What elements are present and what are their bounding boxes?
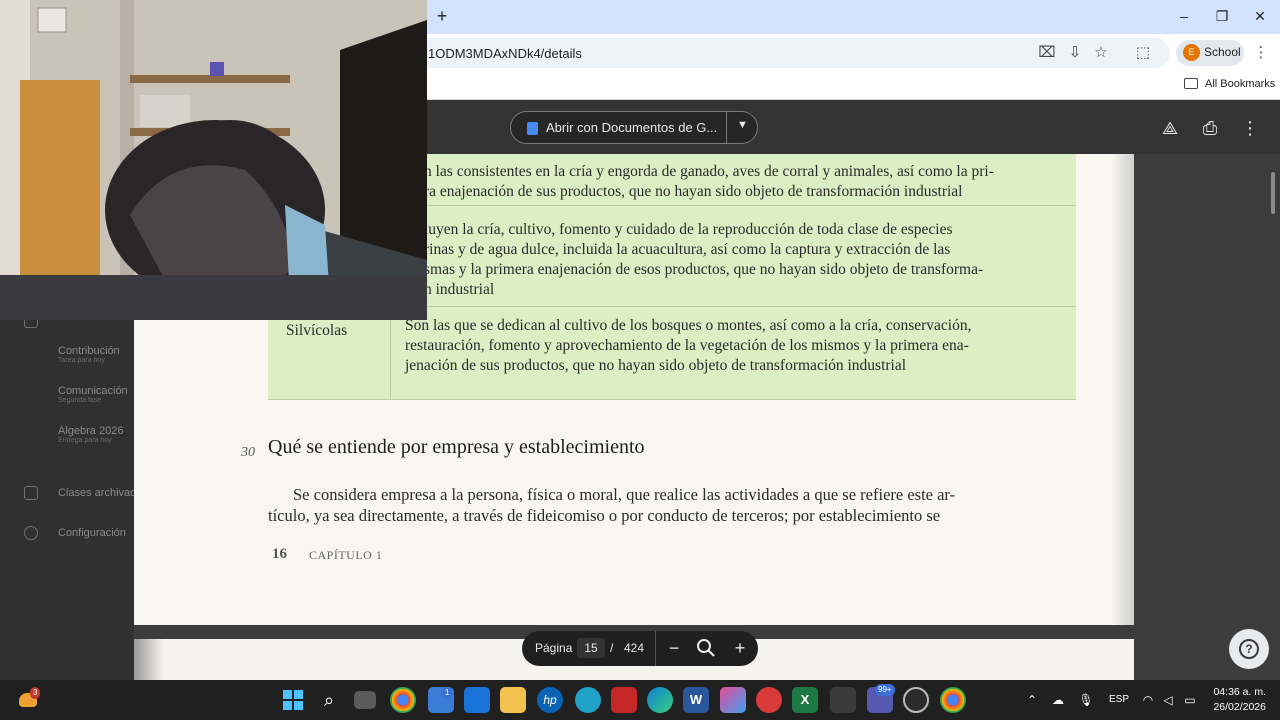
onedrive-icon[interactable]: ☁ <box>1050 692 1066 708</box>
text-line: smas y la primera enajenación de esos pr… <box>424 261 984 278</box>
word-icon[interactable]: W <box>683 687 709 713</box>
page-shadow <box>134 639 164 680</box>
text-line: n las consistentes en la cría y engorda … <box>424 163 994 180</box>
notification-badge: 3 <box>30 687 41 699</box>
outlook-icon[interactable] <box>464 687 490 713</box>
zoom-out-button[interactable]: − <box>663 637 685 659</box>
menu-kebab-icon[interactable]: ⋮ <box>1252 44 1270 62</box>
notification-badge: 99+ <box>875 684 895 696</box>
table-row-ganaderas: n las consistentes en la cría y engorda … <box>424 162 994 202</box>
weather-icon[interactable]: 3 <box>16 687 42 713</box>
table-column-rule <box>390 306 391 400</box>
edge-icon[interactable] <box>647 687 673 713</box>
clock-time[interactable]: 04:36 a. m. <box>1208 686 1266 698</box>
text-line: jenación de sus productos, que no hayan … <box>405 357 907 374</box>
zoom-icon[interactable] <box>695 637 717 659</box>
start-button[interactable] <box>280 687 306 713</box>
excel-icon[interactable]: X <box>792 687 818 713</box>
text-line: Son las que se dedican al cultivo de los… <box>405 317 972 334</box>
archive-icon <box>24 486 38 500</box>
page-number-input[interactable] <box>577 638 605 658</box>
divider <box>726 112 727 143</box>
hp-icon[interactable]: hp <box>537 687 563 713</box>
total-pages: 424 <box>624 641 645 655</box>
text-line: restauración, fomento y aprovechamiento … <box>405 337 969 354</box>
url-text[interactable]: 1ODM3MDAxNDk4/details <box>428 46 582 61</box>
chrome-profile-icon[interactable] <box>940 687 966 713</box>
translate-icon[interactable]: ⌧ <box>1038 44 1056 62</box>
copilot-icon[interactable] <box>575 687 601 713</box>
google-docs-icon <box>527 122 538 135</box>
help-icon: ? <box>1239 639 1259 659</box>
camera-icon[interactable] <box>830 687 856 713</box>
new-tab-button[interactable]: + <box>432 6 452 26</box>
chevron-up-icon[interactable]: ⌃ <box>1024 692 1040 708</box>
wifi-icon[interactable]: ◠ <box>1140 692 1156 708</box>
settings-gear-icon <box>24 526 38 540</box>
install-app-icon[interactable]: ⇩ <box>1066 44 1084 62</box>
text-line: Se considera empresa a la persona, físic… <box>293 485 956 504</box>
zoom-in-button[interactable]: + <box>729 637 751 659</box>
text-line: ra enajenación de sus productos, que no … <box>424 183 963 200</box>
page-separator: / <box>610 641 614 655</box>
restore-button[interactable]: ❐ <box>1210 6 1234 26</box>
pdf-icon[interactable] <box>756 687 782 713</box>
add-to-drive-icon[interactable]: ⟁ <box>1158 117 1182 139</box>
text-line: rinas y de agua dulce, incluida la acuac… <box>424 241 951 258</box>
text-line: luyen la cría, cultivo, fomento y cuidad… <box>424 221 953 238</box>
clock-date[interactable]: 26/02/2026 <box>1208 701 1266 713</box>
text-line: tículo, ya sea directamente, a través de… <box>268 506 941 525</box>
divider <box>655 631 656 666</box>
recorder-icon[interactable] <box>903 687 929 713</box>
close-window-button[interactable]: ✕ <box>1248 6 1272 26</box>
page-number: 16 <box>272 546 287 562</box>
page-label: Página <box>535 641 573 655</box>
chevron-down-icon[interactable]: ▼ <box>737 119 748 131</box>
section-number: 30 <box>241 445 255 460</box>
text-line: n industrial <box>424 281 495 298</box>
profile-label: School <box>1204 45 1241 59</box>
help-button[interactable]: ? <box>1229 629 1269 669</box>
task-view-icon[interactable] <box>354 691 376 709</box>
section-title: Qué se entiende por empresa y establecim… <box>268 436 645 458</box>
store-icon[interactable]: 1 <box>428 687 454 713</box>
mcafee-icon[interactable] <box>611 687 637 713</box>
avatar: E <box>1183 44 1200 61</box>
teams-icon[interactable]: 99+ <box>867 684 895 713</box>
chrome-icon[interactable] <box>390 687 416 713</box>
open-with-label: Abrir con Documentos de G... <box>546 120 718 135</box>
extensions-icon[interactable]: ⬚ <box>1134 44 1152 62</box>
chapter-label: CAPÍTULO 1 <box>309 548 383 562</box>
more-options-icon[interactable]: ⋮ <box>1238 117 1262 139</box>
notification-badge: 1 <box>442 687 453 699</box>
table-row-pesqueras: luyen la cría, cultivo, fomento y cuidad… <box>424 220 983 300</box>
scrollbar-thumb[interactable] <box>1271 172 1275 214</box>
webcam-video <box>0 0 427 320</box>
input-language[interactable]: ESP <box>1109 694 1129 705</box>
file-explorer-icon[interactable] <box>500 687 526 713</box>
minimize-button[interactable]: – <box>1172 6 1196 26</box>
office-icon[interactable] <box>720 687 746 713</box>
battery-icon[interactable]: ▭ <box>1182 692 1198 708</box>
microphone-icon[interactable]: 🎙 <box>1078 692 1094 708</box>
search-icon[interactable]: ⌕ <box>316 687 342 713</box>
bookmark-star-icon[interactable]: ☆ <box>1092 44 1110 62</box>
body-paragraph: Se considera empresa a la persona, físic… <box>268 484 955 526</box>
page-gutter-shadow <box>1112 154 1134 625</box>
volume-icon[interactable]: ◁ <box>1160 692 1176 708</box>
profile-button[interactable]: E School <box>1176 40 1244 66</box>
print-icon[interactable]: ⎙ <box>1198 117 1222 139</box>
page-navigation-bar: Página / 424 − + <box>522 631 758 666</box>
folder-icon <box>1184 78 1198 89</box>
windows-taskbar: 3 ⌕ 1 hp W X 99+ ⌃ ☁ 🎙 ESP ◠ ◁ ▭ 04:36 a… <box>0 680 1280 720</box>
table-row-silvicolas: Son las que se dedican al cultivo de los… <box>405 316 971 376</box>
open-with-button[interactable]: Abrir con Documentos de G... ▼ <box>510 111 758 144</box>
webcam-overlay <box>0 0 427 320</box>
all-bookmarks-button[interactable]: All Bookmarks <box>1205 78 1275 90</box>
table-row-label: Silvícolas <box>286 322 348 339</box>
